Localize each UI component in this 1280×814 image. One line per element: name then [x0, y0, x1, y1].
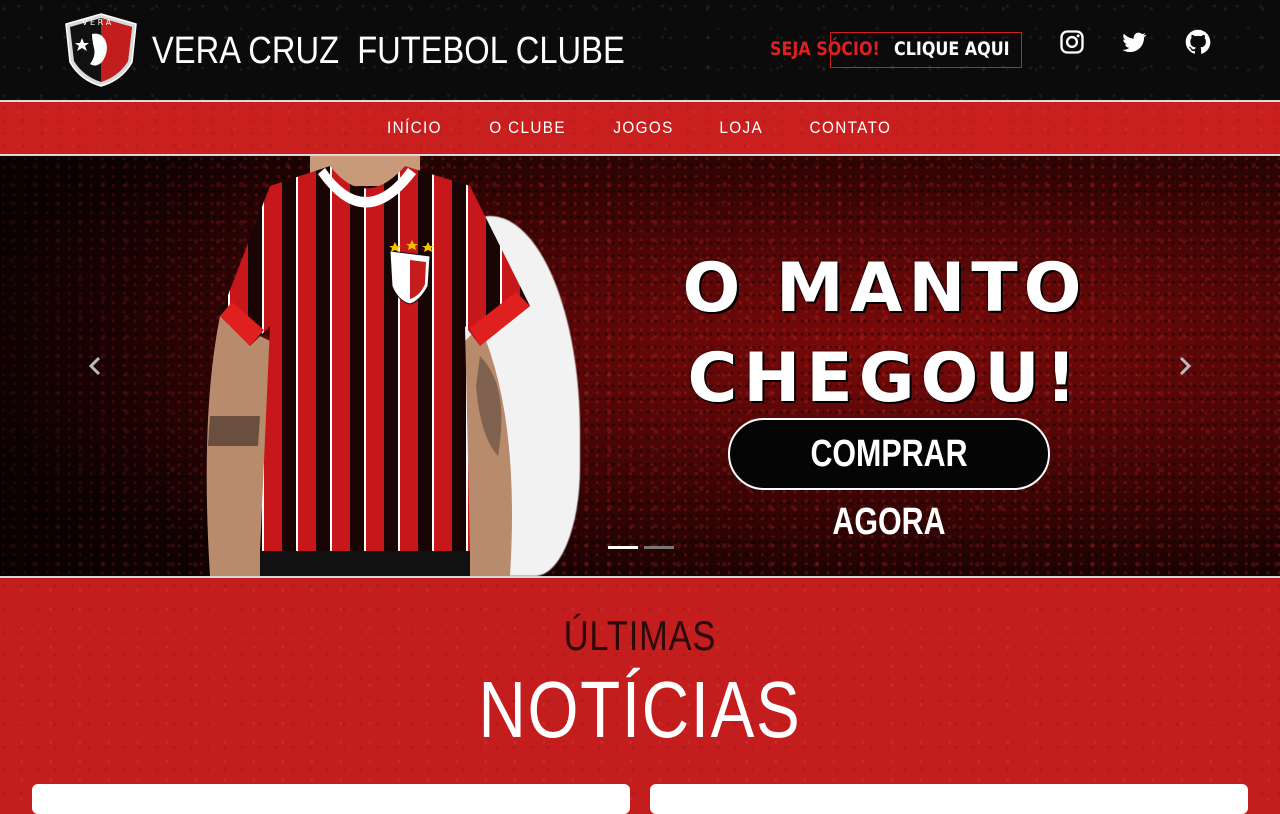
twitter-icon[interactable]	[1120, 28, 1148, 56]
carousel-indicator-2[interactable]	[644, 546, 674, 549]
github-icon[interactable]	[1184, 28, 1212, 56]
membership-cta-button[interactable]: CLIQUE AQUI	[894, 38, 1010, 60]
hero-headline-line1: O MANTO	[682, 249, 1088, 328]
site-title[interactable]: VERA CRUZ FUTEBOL CLUBE	[152, 28, 625, 74]
carousel-indicator-1[interactable]	[608, 546, 638, 549]
svg-text:V E R A: V E R A	[82, 18, 112, 27]
nav-item-jogos[interactable]: JOGOS	[613, 118, 673, 138]
nav-item-inicio[interactable]: INÍCIO	[387, 118, 442, 138]
news-title: NOTÍCIAS	[478, 665, 802, 754]
nav-item-contato[interactable]: CONTATO	[810, 118, 892, 138]
carousel-indicators	[608, 546, 674, 549]
hero-carousel[interactable]: O MANTO CHEGOU! COMPRAR AGORA	[0, 156, 1280, 576]
jersey-model-image	[206, 156, 530, 576]
news-card[interactable]	[650, 784, 1248, 814]
news-section: ÚLTIMAS NOTÍCIAS	[0, 578, 1280, 814]
carousel-prev-icon[interactable]	[84, 354, 108, 378]
news-card[interactable]	[32, 784, 630, 814]
nav-item-o-clube[interactable]: O CLUBE	[489, 118, 566, 138]
membership-cta-lead: SEJA SÓCIO!	[770, 38, 880, 60]
carousel-next-icon[interactable]	[1172, 354, 1196, 378]
hero-headline: O MANTO CHEGOU!	[640, 244, 1130, 424]
hero-headline-line2: CHEGOU!	[687, 339, 1083, 418]
club-crest-icon[interactable]: V E R A	[62, 12, 140, 88]
buy-now-label: COMPRAR AGORA	[810, 433, 968, 543]
main-nav: INÍCIO O CLUBE JOGOS LOJA CONTATO	[0, 102, 1280, 154]
instagram-icon[interactable]	[1058, 28, 1086, 56]
nav-item-loja[interactable]: LOJA	[719, 118, 763, 138]
membership-cta[interactable]: SEJA SÓCIO! CLIQUE AQUI	[770, 32, 1022, 68]
news-subtitle: ÚLTIMAS	[563, 612, 717, 659]
buy-now-button[interactable]: COMPRAR AGORA	[728, 418, 1050, 543]
site-header: V E R A VERA CRUZ FUTEBOL CLUBE SEJA SÓC…	[0, 0, 1280, 100]
